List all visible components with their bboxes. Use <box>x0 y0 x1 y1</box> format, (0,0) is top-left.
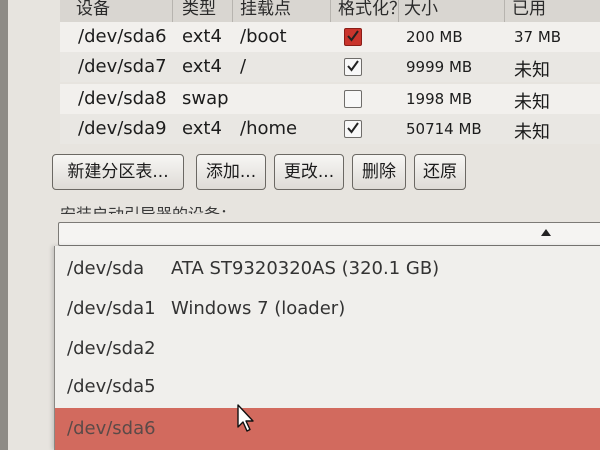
partition-size: 50714 MB <box>406 120 482 138</box>
format-checkbox[interactable] <box>344 28 362 46</box>
partition-mount: / <box>240 56 247 77</box>
dropdown-option-sda2[interactable]: /dev/sda2 <box>55 330 600 368</box>
partition-device: /dev/sda7 <box>78 56 167 77</box>
partition-mount: /boot <box>240 26 287 47</box>
partition-size: 1998 MB <box>406 90 473 108</box>
partition-type: swap <box>182 88 229 109</box>
partition-device: /dev/sda9 <box>78 118 167 139</box>
format-checkbox[interactable] <box>344 120 362 138</box>
option-description: Windows 7 (loader) <box>171 298 346 319</box>
installer-window: 设备 类型 挂载点 格式化？ 大小 已用 /dev/sda6 ext4 /boo… <box>8 0 600 450</box>
option-device: /dev/sda1 <box>67 298 156 319</box>
column-header-mount[interactable]: 挂载点 <box>240 0 291 19</box>
checkmark-icon <box>347 30 359 42</box>
option-device: /dev/sda6 <box>67 418 156 439</box>
partition-row-sda6[interactable]: /dev/sda6 ext4 /boot 200 MB 37 MB <box>60 22 600 52</box>
bootloader-device-dropdown[interactable]: /dev/sda ATA ST9320320AS (320.1 GB) /dev… <box>54 246 600 450</box>
bootloader-device-combobox[interactable] <box>58 222 600 246</box>
column-divider <box>504 0 505 22</box>
column-header-format[interactable]: 格式化？ <box>338 0 406 19</box>
column-divider <box>398 0 399 22</box>
dropdown-option-sda6[interactable]: /dev/sda6 <box>55 408 600 450</box>
partition-used: 未知 <box>514 92 550 113</box>
column-header-used[interactable]: 已用 <box>512 0 546 19</box>
column-header-size[interactable]: 大小 <box>404 0 438 19</box>
delete-partition-button[interactable]: 删除 <box>352 154 406 190</box>
checkmark-icon <box>347 122 359 134</box>
partition-row-sda8[interactable]: /dev/sda8 swap 1998 MB 未知 <box>60 84 600 114</box>
column-divider <box>232 0 233 22</box>
partition-mount: /home <box>240 118 298 139</box>
mouse-pointer-icon <box>237 404 254 432</box>
add-partition-button[interactable]: 添加... <box>196 154 266 190</box>
partition-type: ext4 <box>182 26 222 47</box>
column-header-type[interactable]: 类型 <box>182 0 216 19</box>
partition-type: ext4 <box>182 56 222 77</box>
change-partition-button[interactable]: 更改... <box>274 154 344 190</box>
chevron-up-icon <box>541 229 551 236</box>
column-header-device[interactable]: 设备 <box>76 0 110 19</box>
partition-table-header: 设备 类型 挂载点 格式化？ 大小 已用 <box>60 0 600 23</box>
option-device: /dev/sda2 <box>67 338 156 359</box>
option-device: /dev/sda5 <box>67 376 156 397</box>
dropdown-option-sda5[interactable]: /dev/sda5 <box>55 368 600 406</box>
new-partition-table-button[interactable]: 新建分区表... <box>52 154 184 190</box>
partition-device: /dev/sda8 <box>78 88 167 109</box>
partition-row-sda7[interactable]: /dev/sda7 ext4 / 9999 MB 未知 <box>60 52 600 82</box>
partition-used: 未知 <box>514 60 550 81</box>
partition-used: 未知 <box>514 122 550 143</box>
partition-size: 200 MB <box>406 28 463 46</box>
column-divider <box>330 0 331 22</box>
format-checkbox[interactable] <box>344 90 362 108</box>
partition-size: 9999 MB <box>406 58 473 76</box>
partition-device: /dev/sda6 <box>78 26 167 47</box>
option-description: ATA ST9320320AS (320.1 GB) <box>171 258 440 279</box>
partition-used: 37 MB <box>514 28 562 46</box>
column-divider <box>172 0 173 22</box>
dropdown-option-sda1[interactable]: /dev/sda1 Windows 7 (loader) <box>55 290 600 328</box>
revert-button[interactable]: 还原 <box>414 154 466 190</box>
option-device: /dev/sda <box>67 258 145 279</box>
partition-type: ext4 <box>182 118 222 139</box>
checkmark-icon <box>347 60 359 72</box>
format-checkbox[interactable] <box>344 58 362 76</box>
bootloader-device-label: 安装启动引导器的设备： <box>60 204 236 214</box>
dropdown-option-sda[interactable]: /dev/sda ATA ST9320320AS (320.1 GB) <box>55 250 600 288</box>
partition-row-sda9[interactable]: /dev/sda9 ext4 /home 50714 MB 未知 <box>60 114 600 144</box>
